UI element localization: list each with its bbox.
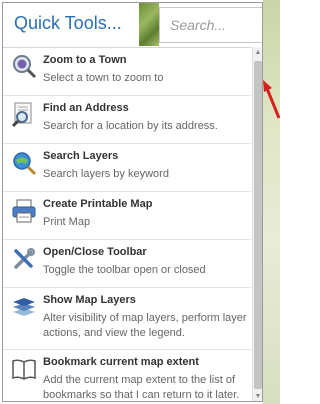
tool-item-search-layers[interactable]: Search Layers Search layers by keyword [3,144,251,192]
tool-description: Add the current map extent to the list o… [43,374,240,401]
tool-description: Alter visibility of map layers, perform … [43,312,247,339]
book-icon [12,359,36,380]
tool-item-bookmark-extent[interactable]: Bookmark current map extent Add the curr… [3,350,251,401]
scroll-thumb[interactable] [254,61,262,389]
tool-description: Toggle the toolbar open or closed [43,264,206,276]
layer-search-icon [13,152,37,176]
quick-tools-panel: Quick Tools... Zoom to a Town Select a t… [2,2,263,402]
search-input[interactable] [160,8,262,42]
magnifier-globe-icon [13,55,37,79]
tool-title: Search Layers [43,150,119,162]
tool-description: Search for a location by its address. [43,120,218,132]
search-box [159,7,262,43]
map-background [263,0,280,404]
scrollbar[interactable]: ▲ ▼ [252,47,262,401]
tool-item-find-address[interactable]: Find an Address Search for a location by… [3,96,251,144]
scroll-down-icon[interactable]: ▼ [254,392,262,401]
tool-description: Select a town to zoom to [43,72,164,84]
map-thumbnail [139,3,159,46]
tool-description: Print Map [43,216,91,228]
panel-header: Quick Tools... [3,3,262,46]
tool-title: Create Printable Map [43,198,153,210]
tool-item-show-map-layers[interactable]: Show Map Layers Alter visibility of map … [3,288,251,350]
tool-item-open-close-toolbar[interactable]: Open/Close Toolbar Toggle the toolbar op… [3,240,251,288]
printer-icon [12,199,36,223]
tool-title: Find an Address [43,102,129,114]
tool-title: Zoom to a Town [43,54,127,66]
tool-title: Bookmark current map extent [43,356,199,368]
tools-icon [14,248,35,269]
address-search-icon [11,102,32,128]
tool-item-create-printable-map[interactable]: Create Printable Map Print Map [3,192,251,240]
tool-title: Open/Close Toolbar [43,246,147,258]
tool-description: Search layers by keyword [43,168,169,180]
scroll-up-icon[interactable]: ▲ [254,48,262,58]
tool-title: Show Map Layers [43,294,136,306]
tool-list: Zoom to a Town Select a town to zoom to … [3,47,251,401]
layers-icon [13,298,35,316]
tool-item-zoom-to-town[interactable]: Zoom to a Town Select a town to zoom to [3,48,251,96]
panel-title[interactable]: Quick Tools... [14,13,122,34]
pointer-arrow [263,80,280,119]
